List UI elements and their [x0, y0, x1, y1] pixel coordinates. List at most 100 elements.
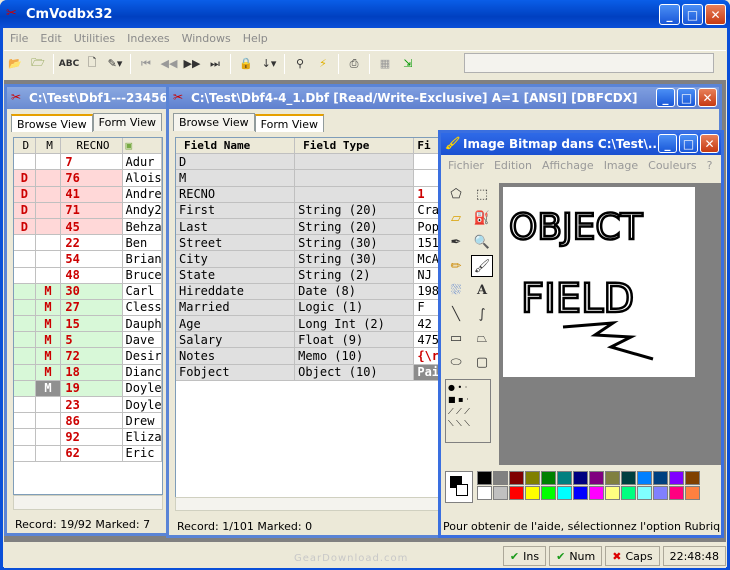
paint-menu-item[interactable]: Affichage	[537, 159, 599, 172]
table-row[interactable]: City String (30) McA	[176, 251, 464, 268]
pencil-icon[interactable]: ✏	[445, 255, 467, 277]
cell-name[interactable]: Hireddate	[176, 283, 296, 300]
table-row[interactable]: D 41 Andre	[14, 186, 162, 203]
paint-canvas[interactable]: OBJECT FIELD	[503, 187, 695, 377]
cell-recno[interactable]: 27	[61, 299, 123, 317]
color-swatch[interactable]	[477, 471, 492, 485]
cell-type[interactable]: Float (9)	[295, 332, 415, 349]
cell-d[interactable]	[14, 299, 36, 317]
table-row[interactable]: D	[176, 154, 464, 171]
cell-recno[interactable]: 72	[61, 348, 123, 365]
cell-name[interactable]: Street	[176, 235, 296, 252]
paint-minimize-button[interactable]: _	[658, 134, 677, 153]
cell-name[interactable]: Adur	[122, 154, 162, 171]
col-header-picture-icon[interactable]: ▣	[122, 138, 162, 155]
binoculars-icon[interactable]: ⚲	[289, 53, 311, 75]
color-swatch[interactable]	[605, 486, 620, 500]
color-swatch[interactable]	[653, 471, 668, 485]
color-swatch[interactable]	[573, 471, 588, 485]
window2-close-button[interactable]: ✕	[698, 88, 717, 107]
cell-name[interactable]: Behza	[122, 218, 162, 236]
toolbar-combo[interactable]	[464, 53, 714, 73]
lightning-icon[interactable]: ⚡	[312, 53, 334, 75]
cell-m[interactable]	[35, 154, 62, 171]
table-row[interactable]: 7 Adur	[14, 154, 162, 171]
cell-d[interactable]	[14, 348, 36, 365]
color-swatch[interactable]	[685, 486, 700, 500]
menu-item-windows[interactable]: Windows	[176, 30, 237, 48]
table-row[interactable]: Street String (30) 151	[176, 235, 464, 252]
fill-bucket-icon[interactable]: ⛽	[471, 207, 493, 229]
abc-icon[interactable]: ABC	[58, 53, 80, 75]
cell-type[interactable]: String (20)	[295, 218, 415, 236]
cell-d[interactable]	[14, 413, 36, 430]
cell-m[interactable]	[35, 445, 62, 462]
color-swatch[interactable]	[573, 486, 588, 500]
cell-m[interactable]: M	[35, 332, 62, 349]
color-swatch[interactable]	[557, 471, 572, 485]
cell-name[interactable]: First	[176, 202, 296, 219]
cell-d[interactable]	[14, 332, 36, 349]
cell-d[interactable]: D	[14, 202, 36, 219]
table-row[interactable]: M 30 Carl	[14, 283, 162, 300]
cell-name[interactable]: Andre	[122, 186, 162, 203]
paint-menu-item[interactable]: Image	[599, 159, 643, 172]
cell-name[interactable]: City	[176, 251, 296, 268]
cell-m[interactable]: M	[35, 348, 62, 365]
table-row[interactable]: Notes Memo (10) {\r	[176, 348, 464, 365]
cell-d[interactable]: D	[14, 218, 36, 236]
paint-menu-item[interactable]: Fichier	[443, 159, 489, 172]
table-row[interactable]: 54 Brian	[14, 251, 162, 268]
table-row[interactable]: State String (2) NJ	[176, 267, 464, 284]
cell-d[interactable]	[14, 316, 36, 333]
cell-type[interactable]: Logic (1)	[295, 299, 415, 317]
menu-item-edit[interactable]: Edit	[34, 30, 67, 48]
cell-m[interactable]	[35, 267, 62, 284]
table-row[interactable]: First String (20) Cra	[176, 202, 464, 219]
cell-recno[interactable]: 41	[61, 186, 123, 203]
rounded-rect-icon[interactable]: ▢	[471, 351, 493, 373]
cell-name[interactable]: Last	[176, 218, 296, 236]
paint-menu-item[interactable]: Couleurs	[643, 159, 701, 172]
cell-name[interactable]: Drew	[122, 413, 162, 430]
cell-type[interactable]	[295, 186, 415, 203]
col-header-recno[interactable]: RECNO	[61, 138, 123, 155]
cell-type[interactable]: String (30)	[295, 235, 415, 252]
rect-select-icon[interactable]: ⬚	[471, 183, 493, 205]
table-row[interactable]: Married Logic (1) F	[176, 299, 464, 317]
color-swatch[interactable]	[493, 471, 508, 485]
grid-icon[interactable]: ▦	[374, 53, 396, 75]
color-swatch[interactable]	[541, 486, 556, 500]
airbrush-icon[interactable]: ⛆	[445, 279, 467, 301]
cell-recno[interactable]: 22	[61, 235, 123, 252]
brush-icon[interactable]: 🖌	[471, 255, 493, 277]
cell-name[interactable]: M	[176, 170, 296, 187]
cell-name[interactable]: Notes	[176, 348, 296, 365]
paint-maximize-button[interactable]: □	[679, 134, 698, 153]
lock-icon[interactable]: 🔒	[235, 53, 257, 75]
tab-form-view[interactable]: Form View	[92, 113, 162, 131]
cell-recno[interactable]: 19	[61, 380, 123, 397]
table-row[interactable]: D 71 Andy2	[14, 202, 162, 219]
col-header-field-type[interactable]: Field Type	[295, 138, 415, 155]
cell-recno[interactable]: 48	[61, 267, 123, 284]
table-row[interactable]: M 19 Doyle	[14, 380, 162, 397]
cell-recno[interactable]: 86	[61, 413, 123, 430]
table-row[interactable]: M 5 Dave	[14, 332, 162, 349]
cell-name[interactable]: Desir	[122, 348, 162, 365]
cell-d[interactable]	[14, 429, 36, 446]
color-swatch[interactable]	[525, 471, 540, 485]
open-folder-icon[interactable]: 📂	[4, 53, 26, 75]
table-row[interactable]: Last String (20) Pop	[176, 218, 464, 236]
minimize-button[interactable]: _	[659, 4, 680, 25]
col-header-d[interactable]: D	[14, 138, 36, 155]
cell-type[interactable]: Object (10)	[295, 364, 415, 381]
color-swatch[interactable]	[605, 471, 620, 485]
cell-d[interactable]	[14, 397, 36, 414]
window1-hscroll[interactable]	[13, 495, 163, 510]
cell-recno[interactable]: 23	[61, 397, 123, 414]
color-swatch[interactable]	[509, 486, 524, 500]
cell-name[interactable]: Dave	[122, 332, 162, 349]
cell-name[interactable]: Andy2	[122, 202, 162, 219]
cell-name[interactable]: Salary	[176, 332, 296, 349]
